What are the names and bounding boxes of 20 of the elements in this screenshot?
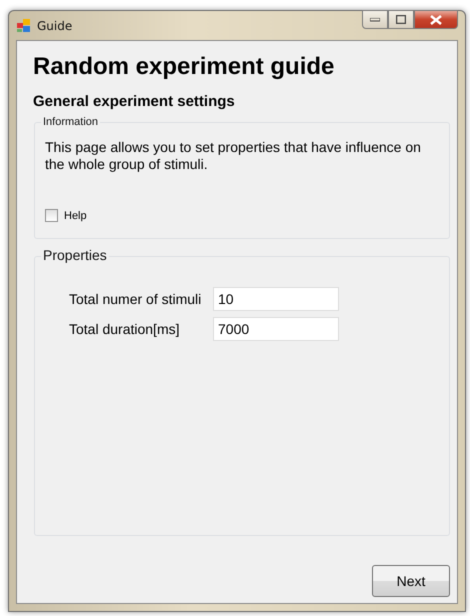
maximize-icon (396, 15, 406, 24)
next-button[interactable]: Next (372, 565, 450, 597)
window-title: Guide (37, 18, 72, 32)
group-legend: Properties (41, 247, 109, 263)
field-label: Total duration[ms] (69, 321, 180, 337)
field-label: Total numer of stimuli (69, 291, 202, 307)
input-field[interactable]: 7000 (213, 317, 339, 341)
page-heading: Random experiment guide (33, 53, 336, 81)
minimize-icon (370, 18, 380, 22)
close-icon (430, 14, 442, 24)
group-legend: Information (41, 116, 100, 128)
app-icon (17, 19, 31, 32)
maximize-button[interactable] (388, 10, 414, 29)
minimize-button[interactable] (362, 10, 388, 29)
checkbox-label: Help (64, 210, 87, 222)
close-button[interactable] (414, 10, 458, 29)
information-text: This page allows you to set properties that have influence on the whole group of stimuli. (45, 139, 422, 173)
input-field[interactable]: 10 (213, 287, 339, 311)
page-subheading: General experiment settings (33, 93, 236, 110)
help-checkbox[interactable] (45, 209, 58, 222)
